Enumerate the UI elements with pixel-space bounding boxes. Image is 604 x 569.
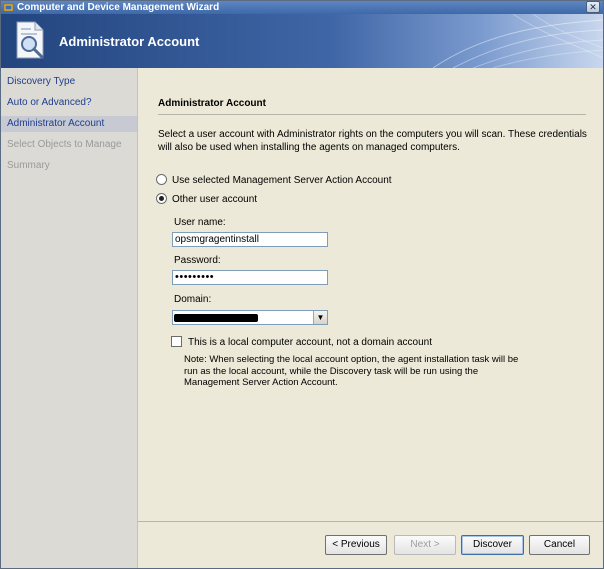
section-title: Administrator Account	[158, 98, 266, 109]
domain-label: Domain:	[174, 294, 212, 305]
wizard-app-icon	[3, 3, 14, 12]
nav-item-discovery-type[interactable]: Discovery Type	[1, 74, 137, 90]
nav-item-summary: Summary	[7, 160, 50, 171]
radio-other-user-button[interactable]	[156, 192, 167, 204]
banner-title: Administrator Account	[59, 34, 200, 49]
wizard-step-nav: Discovery Type Auto or Advanced? Adminis…	[1, 68, 138, 568]
nav-item-auto-or-advanced[interactable]: Auto or Advanced?	[1, 95, 137, 111]
local-account-checkbox-row[interactable]: This is a local computer account, not a …	[171, 336, 433, 349]
header-banner: Administrator Account	[1, 14, 603, 68]
footer-divider	[138, 521, 603, 522]
note-text: Note: When selecting the local account o…	[184, 354, 519, 388]
next-button: Next >	[394, 535, 456, 555]
nav-item-administrator-account[interactable]: Administrator Account	[1, 116, 137, 132]
close-button[interactable]: ✕	[586, 1, 600, 13]
window-title: Computer and Device Management Wizard	[17, 2, 220, 13]
main-content: Administrator Account Select a user acco…	[138, 68, 603, 521]
radio-action-account-label: Use selected Management Server Action Ac…	[172, 175, 392, 186]
radio-other-user[interactable]: Other user account	[156, 192, 258, 207]
radio-action-account-button[interactable]	[156, 173, 167, 185]
banner-swirl-decoration	[433, 14, 603, 68]
chevron-down-icon[interactable]: ▼	[313, 311, 327, 324]
previous-button[interactable]: < Previous	[325, 535, 387, 555]
local-account-checkbox-label: This is a local computer account, not a …	[188, 337, 433, 349]
password-input[interactable]: •••••••••	[172, 270, 328, 285]
magnifier-document-icon	[16, 21, 44, 59]
local-account-checkbox[interactable]	[171, 336, 182, 347]
discover-button[interactable]: Discover	[461, 535, 524, 555]
domain-select[interactable]: ▼	[172, 310, 328, 325]
redacted-domain-value	[174, 314, 258, 322]
cancel-button[interactable]: Cancel	[529, 535, 590, 555]
radio-other-user-label: Other user account	[172, 194, 258, 205]
description-text: Select a user account with Administrator…	[158, 129, 587, 153]
username-input[interactable]: opsmgragentinstall	[172, 232, 328, 247]
radio-action-account[interactable]: Use selected Management Server Action Ac…	[156, 173, 392, 188]
wizard-window: Computer and Device Management Wizard ✕ …	[0, 0, 604, 569]
nav-item-select-objects: Select Objects to Manage	[7, 139, 122, 150]
password-label: Password:	[174, 255, 221, 266]
section-divider	[158, 114, 586, 115]
close-icon: ✕	[589, 2, 597, 12]
username-label: User name:	[174, 217, 226, 228]
title-bar: Computer and Device Management Wizard ✕	[1, 1, 603, 14]
